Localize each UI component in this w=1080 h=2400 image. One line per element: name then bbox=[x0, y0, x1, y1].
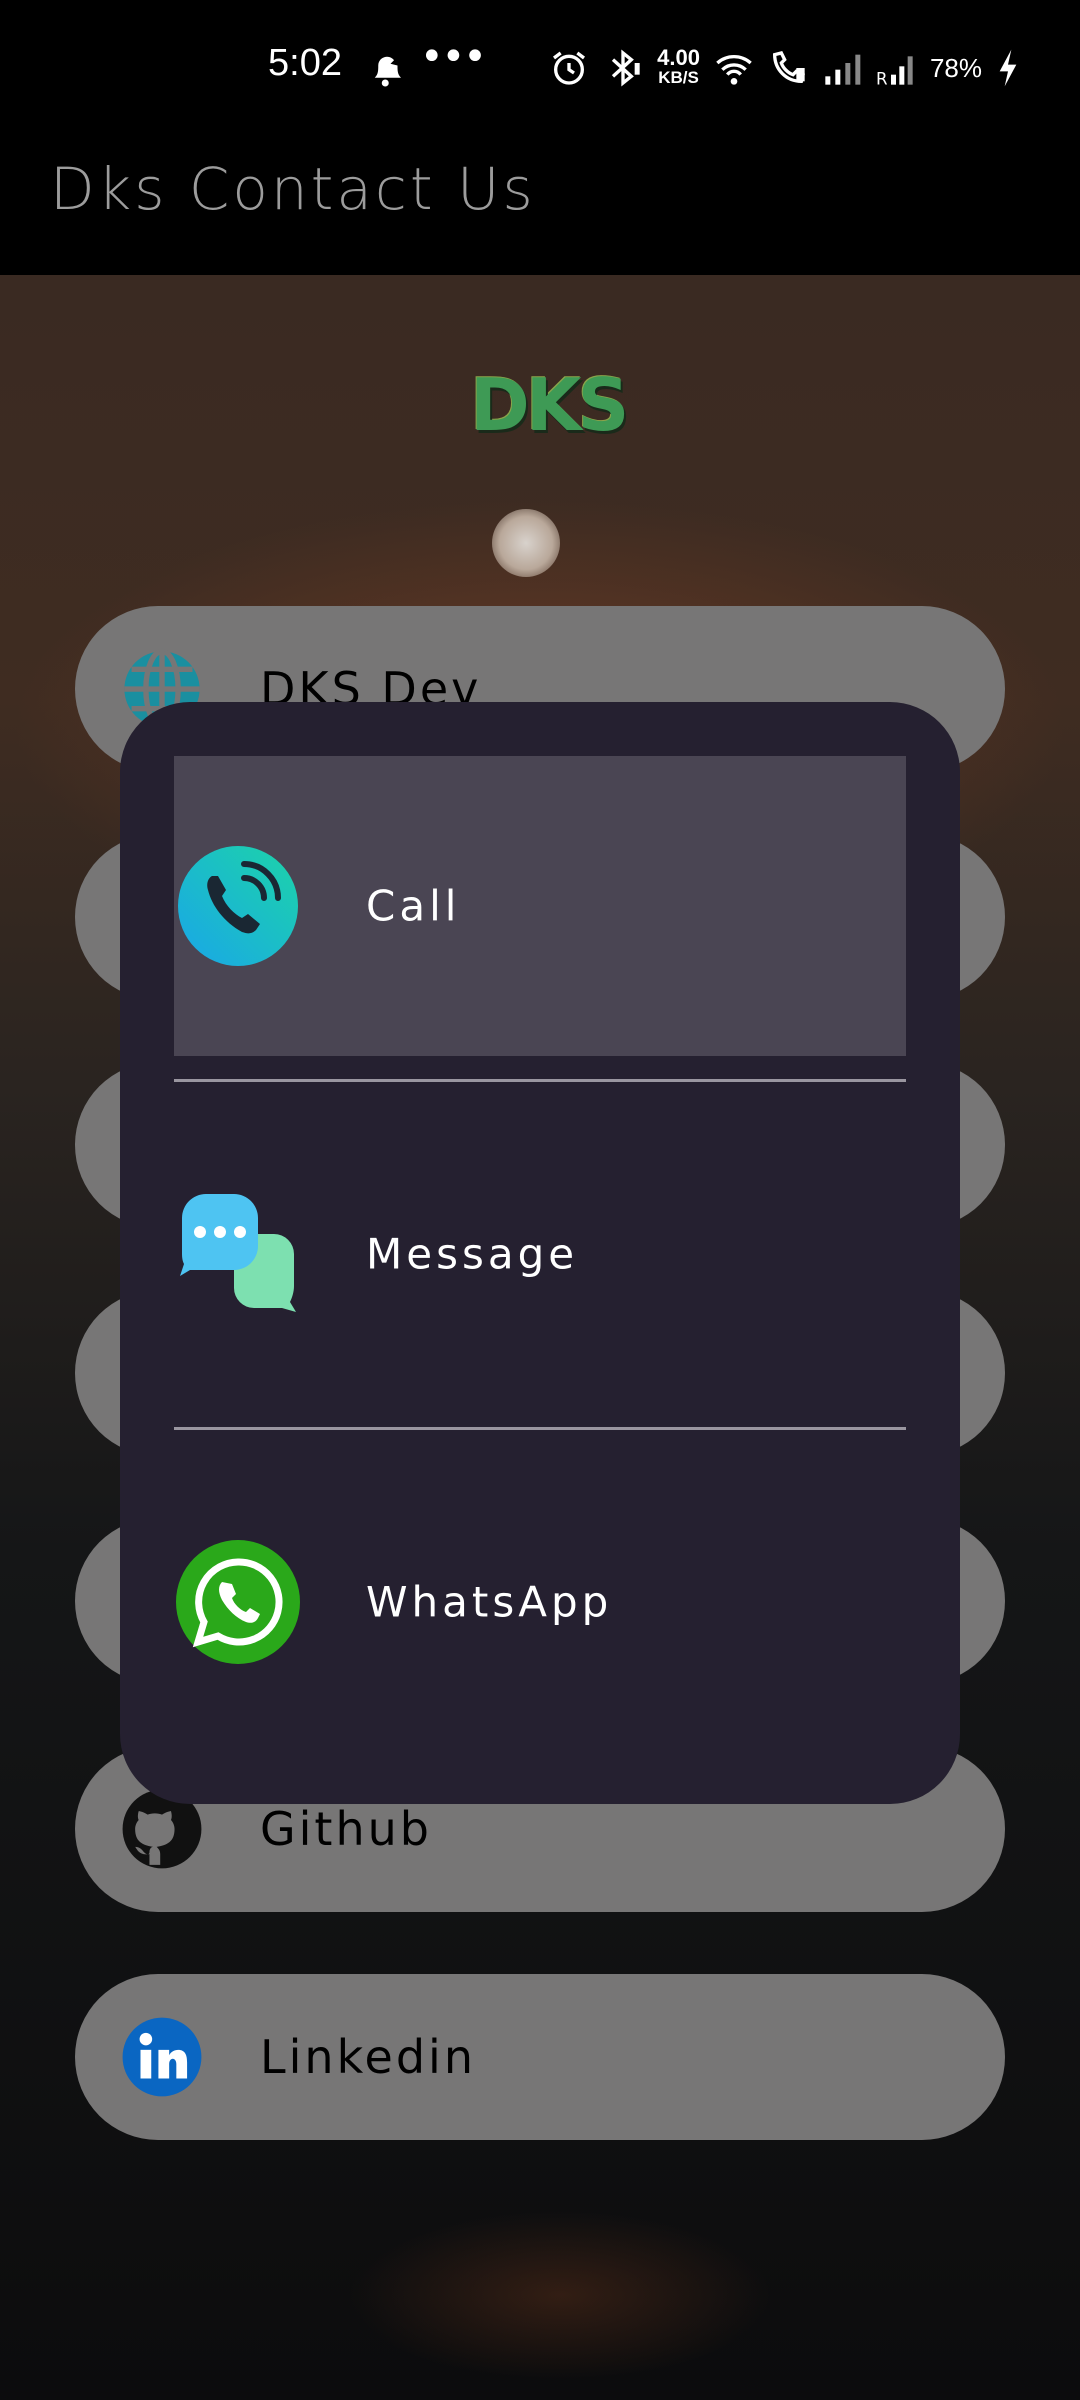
divider bbox=[174, 1427, 906, 1430]
battery-percent: 78% bbox=[929, 52, 982, 83]
divider bbox=[174, 1079, 906, 1082]
signal-icon bbox=[825, 54, 861, 85]
call-option[interactable]: Call bbox=[174, 756, 906, 1056]
menu-item-linkedin[interactable]: Linkedin bbox=[75, 1974, 1005, 2140]
whatsapp-option[interactable]: WhatsApp bbox=[174, 1452, 906, 1752]
status-bar: 5:02 ••• 4.00 KB/S R 78% bbox=[0, 0, 1080, 135]
menu-item-label: Linkedin bbox=[260, 2030, 476, 2084]
bluetooth-icon bbox=[612, 49, 640, 87]
app-title: Dks Contact Us bbox=[50, 155, 536, 223]
contact-options-dialog: Call Message WhatsApp bbox=[120, 702, 960, 1804]
charging-icon bbox=[999, 49, 1017, 87]
message-option[interactable]: Message bbox=[174, 1104, 906, 1404]
more-notifications-icon: ••• bbox=[420, 34, 487, 80]
signal-roaming-icon: R bbox=[876, 56, 913, 88]
notification-bell-icon bbox=[374, 56, 401, 87]
chat-bubble-icon bbox=[180, 1194, 296, 1312]
speed-unit: KB/S bbox=[658, 68, 699, 87]
svg-text:R: R bbox=[876, 70, 888, 88]
wifi-calling-icon bbox=[772, 51, 805, 84]
phone-call-icon bbox=[178, 846, 298, 966]
network-speed: 4.00 KB/S bbox=[657, 45, 700, 88]
linkedin-icon bbox=[122, 2017, 202, 2097]
app-bar: Dks Contact Us bbox=[0, 135, 1080, 275]
alarm-icon bbox=[553, 51, 586, 85]
whatsapp-icon bbox=[176, 1540, 300, 1664]
status-time: 5:02 bbox=[268, 42, 342, 84]
wifi-icon bbox=[716, 55, 752, 85]
speed-value: 4.00 bbox=[657, 45, 700, 70]
message-label: Message bbox=[366, 1229, 579, 1279]
status-icons: 4.00 KB/S R 78% bbox=[549, 46, 1020, 90]
dks-logo: DKS bbox=[470, 363, 629, 447]
whatsapp-label: WhatsApp bbox=[366, 1577, 613, 1627]
sunset-sun bbox=[492, 509, 560, 577]
menu-item-label: Github bbox=[260, 1802, 432, 1856]
call-label: Call bbox=[366, 881, 461, 931]
